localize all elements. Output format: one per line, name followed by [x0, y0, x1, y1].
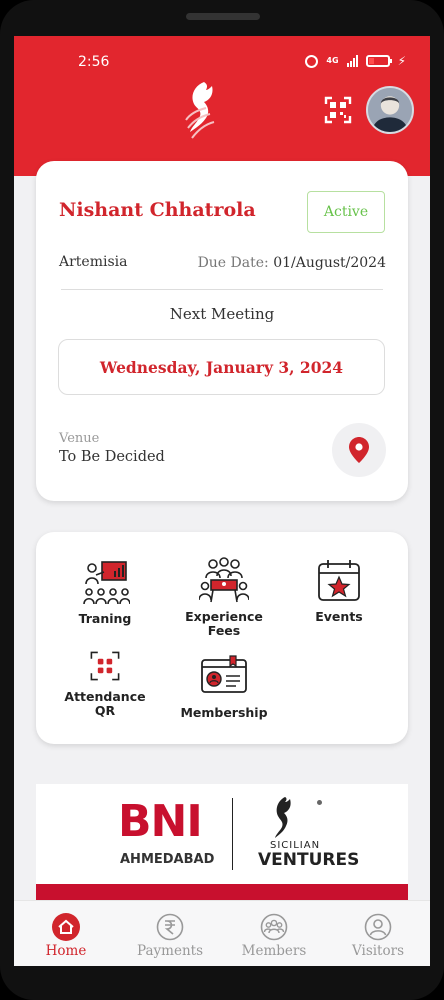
- rupee-icon: [156, 913, 184, 941]
- speaker-notch: [186, 13, 260, 20]
- menu-attendance-qr-label: Attendance QR: [64, 689, 146, 718]
- nav-payments[interactable]: Payments: [120, 913, 220, 959]
- due-date: Due Date: 01/August/2024: [198, 255, 386, 271]
- nav-home-label: Home: [45, 943, 87, 959]
- divider: [61, 289, 383, 290]
- location-button[interactable]: [332, 423, 386, 477]
- menu-attendance-qr[interactable]: Attendance QR: [64, 646, 146, 718]
- venue-label: Venue: [59, 431, 100, 446]
- sponsor-banner[interactable]: BNI AHMEDABAD SICILIAN VENTURES: [36, 784, 408, 904]
- status-badge: Active: [307, 191, 385, 233]
- chapter-name: Artemisia: [59, 254, 128, 270]
- membership-card-icon: [201, 655, 247, 693]
- nav-visitors[interactable]: Visitors: [328, 913, 428, 959]
- bni-logo-text: BNI: [118, 796, 203, 847]
- nav-home[interactable]: Home: [16, 913, 116, 959]
- location-pin-icon: [349, 437, 369, 463]
- menu-events[interactable]: Events: [304, 556, 374, 624]
- battery-icon: [365, 55, 392, 67]
- next-meeting-date[interactable]: Wednesday, January 3, 2024: [58, 339, 385, 395]
- experience-fees-icon: [199, 557, 249, 603]
- app-screen: 2:56 4G ⚡ Nishant Chhatrola Active Artem…: [14, 36, 430, 966]
- horse-logo-icon: [185, 82, 215, 139]
- alarm-icon: [305, 54, 319, 68]
- menu-experience-fees-label: Experience Fees: [185, 609, 263, 638]
- visitor-icon: [364, 913, 392, 941]
- menu-membership-label: Membership: [180, 705, 268, 720]
- bni-city: AHMEDABAD: [120, 852, 215, 867]
- menu-membership[interactable]: Membership: [174, 652, 274, 720]
- nav-members[interactable]: Members: [224, 913, 324, 959]
- signal-icon: [346, 55, 358, 67]
- phone-frame: 2:56 4G ⚡ Nishant Chhatrola Active Artem…: [0, 0, 444, 1000]
- banner-dot: [317, 800, 322, 805]
- nav-visitors-label: Visitors: [351, 943, 404, 959]
- partner-name-line2: VENTURES: [258, 850, 360, 870]
- venue-value: To Be Decided: [59, 449, 165, 465]
- status-icons: 4G ⚡: [305, 54, 406, 68]
- home-icon: [52, 913, 80, 941]
- banner-divider: [232, 798, 233, 870]
- quick-menu-card: Traning Experience Fees Events Attendanc…: [36, 532, 408, 744]
- member-name: Nishant Chhatrola: [59, 199, 256, 221]
- members-icon: [260, 913, 288, 941]
- user-avatar-icon: [368, 88, 412, 132]
- menu-training[interactable]: Traning: [70, 558, 140, 626]
- sicilian-horse-logo-icon: [275, 797, 291, 838]
- due-date-label: Due Date:: [197, 255, 269, 271]
- member-info-card: Nishant Chhatrola Active Artemisia Due D…: [36, 161, 408, 501]
- profile-avatar[interactable]: [366, 86, 414, 134]
- training-icon: [83, 561, 130, 605]
- menu-experience-fees[interactable]: Experience Fees: [179, 556, 269, 638]
- status-time: 2:56: [78, 54, 110, 70]
- nav-members-label: Members: [241, 943, 307, 959]
- bottom-navigation: Home Payments Members Visitors: [14, 900, 430, 966]
- qr-scan-icon[interactable]: [324, 96, 352, 124]
- nav-payments-label: Payments: [137, 943, 203, 959]
- next-meeting-title: Next Meeting: [169, 305, 275, 323]
- menu-events-label: Events: [315, 609, 363, 624]
- menu-training-label: Traning: [78, 611, 132, 626]
- calendar-star-icon: [318, 560, 360, 601]
- charging-icon: ⚡: [397, 54, 406, 68]
- due-date-value: 01/August/2024: [273, 255, 386, 271]
- attendance-qr-icon: [90, 651, 120, 681]
- network-type: 4G: [326, 56, 339, 65]
